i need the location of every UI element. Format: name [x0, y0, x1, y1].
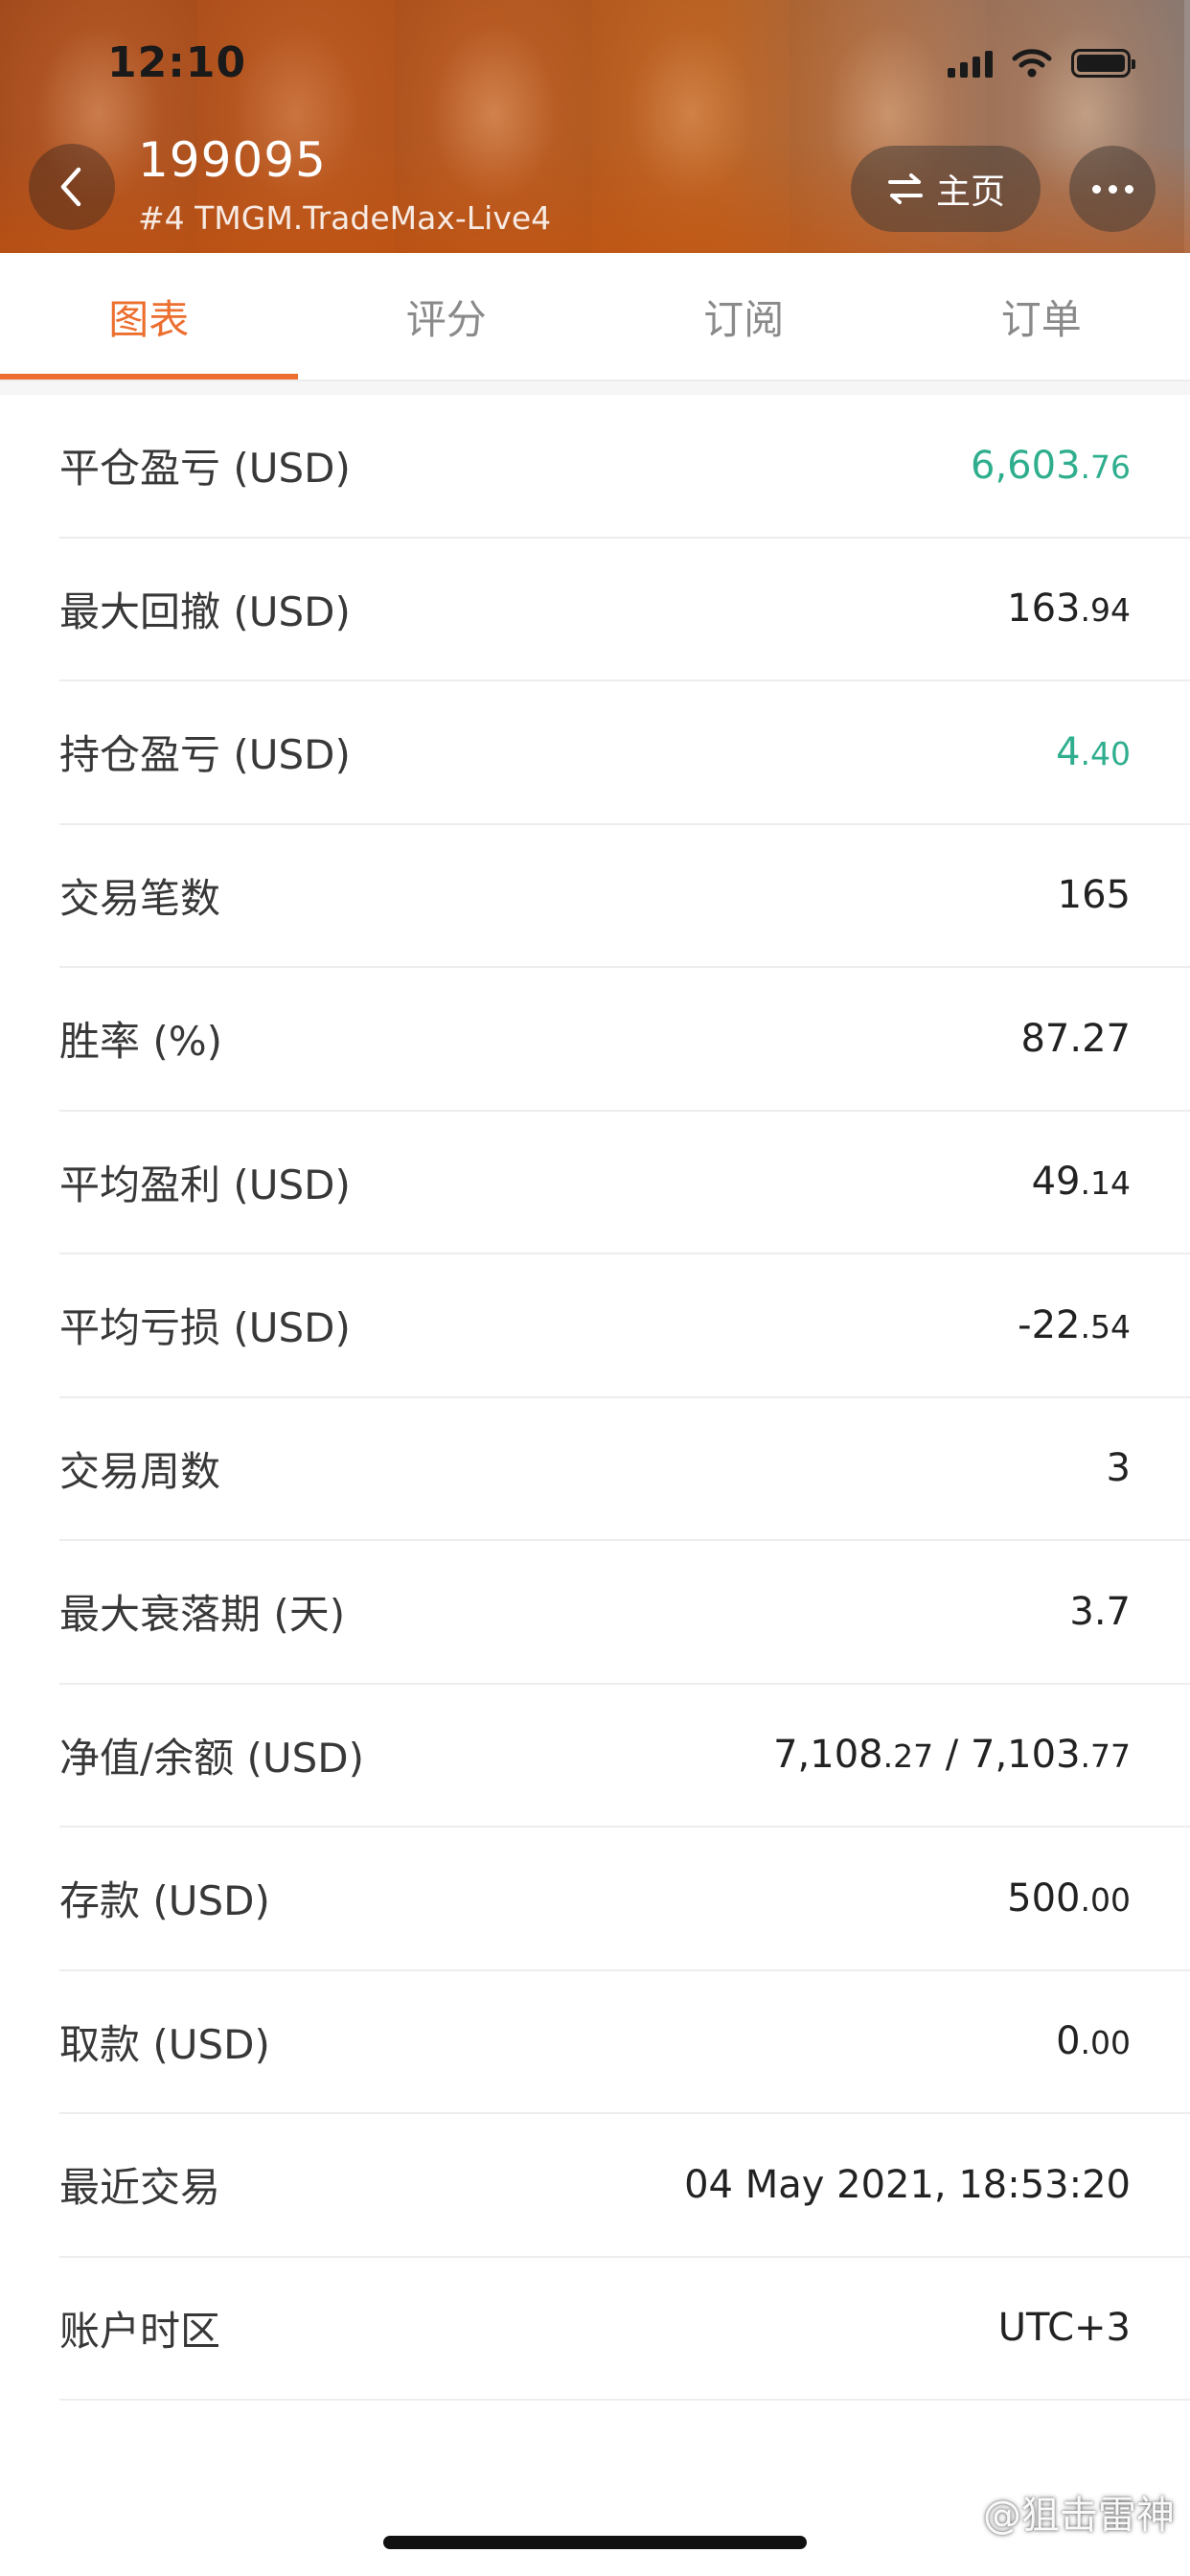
stat-row-deposit: 存款 (USD) 500.00	[59, 1828, 1190, 1971]
stat-label: 持仓盈亏 (USD)	[59, 731, 351, 779]
stat-label: 取款 (USD)	[59, 2020, 270, 2068]
stat-value-max-decline: 3.7	[1069, 1589, 1131, 1634]
chevron-left-icon	[60, 167, 81, 207]
home-button[interactable]: 主页	[851, 146, 1041, 232]
stat-label: 平仓盈亏 (USD)	[59, 445, 351, 493]
home-button-label: 主页	[935, 172, 1005, 212]
battery-icon	[1071, 49, 1135, 78]
swap-arrows-icon	[887, 173, 923, 204]
stat-value-last-trade: 04 May 2021, 18:53:20	[684, 2162, 1131, 2207]
stat-row-closed-pl: 平仓盈亏 (USD) 6,603.76	[59, 395, 1190, 539]
stat-value-deposit: 500.00	[1007, 1875, 1131, 1920]
stat-value-avg-profit: 49.14	[1031, 1160, 1131, 1205]
stat-row-max-decline: 最大衰落期 (天) 3.7	[59, 1541, 1190, 1685]
stat-label: 最大回撤 (USD)	[59, 587, 351, 635]
tab-subscribe[interactable]: 订阅	[595, 253, 893, 380]
stat-row-weeks: 交易周数 3	[59, 1398, 1190, 1541]
stat-label: 交易笔数	[59, 874, 221, 922]
stat-row-last-trade: 最近交易 04 May 2021, 18:53:20	[59, 2114, 1190, 2258]
stat-value-floating-pl: 4.40	[1056, 729, 1131, 774]
stat-label: 最近交易	[59, 2164, 221, 2212]
stat-row-timezone: 账户时区 UTC+3	[59, 2258, 1190, 2401]
stat-label: 账户时区	[59, 2307, 221, 2355]
stat-value-timezone: UTC+3	[997, 2306, 1131, 2351]
stat-row-max-drawdown: 最大回撤 (USD) 163.94	[59, 539, 1190, 681]
stat-value-closed-pl: 6,603.76	[971, 443, 1131, 488]
account-server-subtitle: #4 TMGM.TradeMax-Live4	[138, 199, 552, 237]
stat-label: 平均盈利 (USD)	[59, 1161, 351, 1208]
stat-label: 交易周数	[59, 1447, 221, 1495]
stat-label: 净值/余额 (USD)	[59, 1734, 365, 1782]
wifi-icon	[1012, 49, 1052, 78]
account-number-title: 199095	[138, 132, 327, 188]
stat-value-weeks: 3	[1106, 1446, 1131, 1491]
more-options-button[interactable]	[1069, 146, 1156, 232]
weibo-logo-icon	[940, 2500, 969, 2529]
watermark: @狙击雷神	[937, 2484, 1175, 2540]
stat-row-equity-balance: 净值/余额 (USD) 7,108.27 / 7,103.77	[59, 1685, 1190, 1828]
status-icons	[948, 44, 1135, 82]
account-stats-list: 平仓盈亏 (USD) 6,603.76 最大回撤 (USD) 163.94 持仓…	[0, 395, 1190, 2401]
stat-row-win-rate: 胜率 (%) 87.27	[59, 968, 1190, 1112]
stat-value-equity-balance: 7,108.27 / 7,103.77	[773, 1733, 1131, 1778]
stat-value-withdrawal: 0.00	[1056, 2019, 1131, 2064]
back-button[interactable]	[29, 144, 115, 230]
tab-rating[interactable]: 评分	[298, 253, 596, 380]
stat-label: 最大衰落期 (天)	[59, 1591, 346, 1639]
stat-label: 胜率 (%)	[59, 1018, 223, 1066]
tab-bar: 图表 评分 订阅 订单	[0, 253, 1190, 381]
status-time: 12:10	[107, 38, 247, 87]
cellular-signal-icon	[948, 49, 993, 78]
stat-row-trades: 交易笔数 165	[59, 825, 1190, 968]
watermark-text: @狙击雷神	[983, 2494, 1175, 2538]
more-dots-icon	[1091, 184, 1101, 194]
stat-row-avg-profit: 平均盈利 (USD) 49.14	[59, 1112, 1190, 1254]
stat-label: 存款 (USD)	[59, 1877, 270, 1925]
tab-chart[interactable]: 图表	[0, 253, 298, 380]
header: 12:10 199095 #4 TMGM.TradeMax-Live4 主页	[0, 0, 1190, 253]
stat-label: 平均亏损 (USD)	[59, 1304, 351, 1352]
home-indicator[interactable]	[383, 2536, 807, 2549]
stat-row-floating-pl: 持仓盈亏 (USD) 4.40	[59, 681, 1190, 825]
stat-value-win-rate: 87.27	[1020, 1016, 1131, 1061]
stat-row-withdrawal: 取款 (USD) 0.00	[59, 1971, 1190, 2114]
stat-value-max-drawdown: 163.94	[1007, 586, 1131, 632]
stat-row-avg-loss: 平均亏损 (USD) -22.54	[59, 1254, 1190, 1398]
tab-orders[interactable]: 订单	[893, 253, 1190, 380]
stat-value-trades: 165	[1057, 873, 1131, 918]
stat-value-avg-loss: -22.54	[1018, 1302, 1131, 1347]
